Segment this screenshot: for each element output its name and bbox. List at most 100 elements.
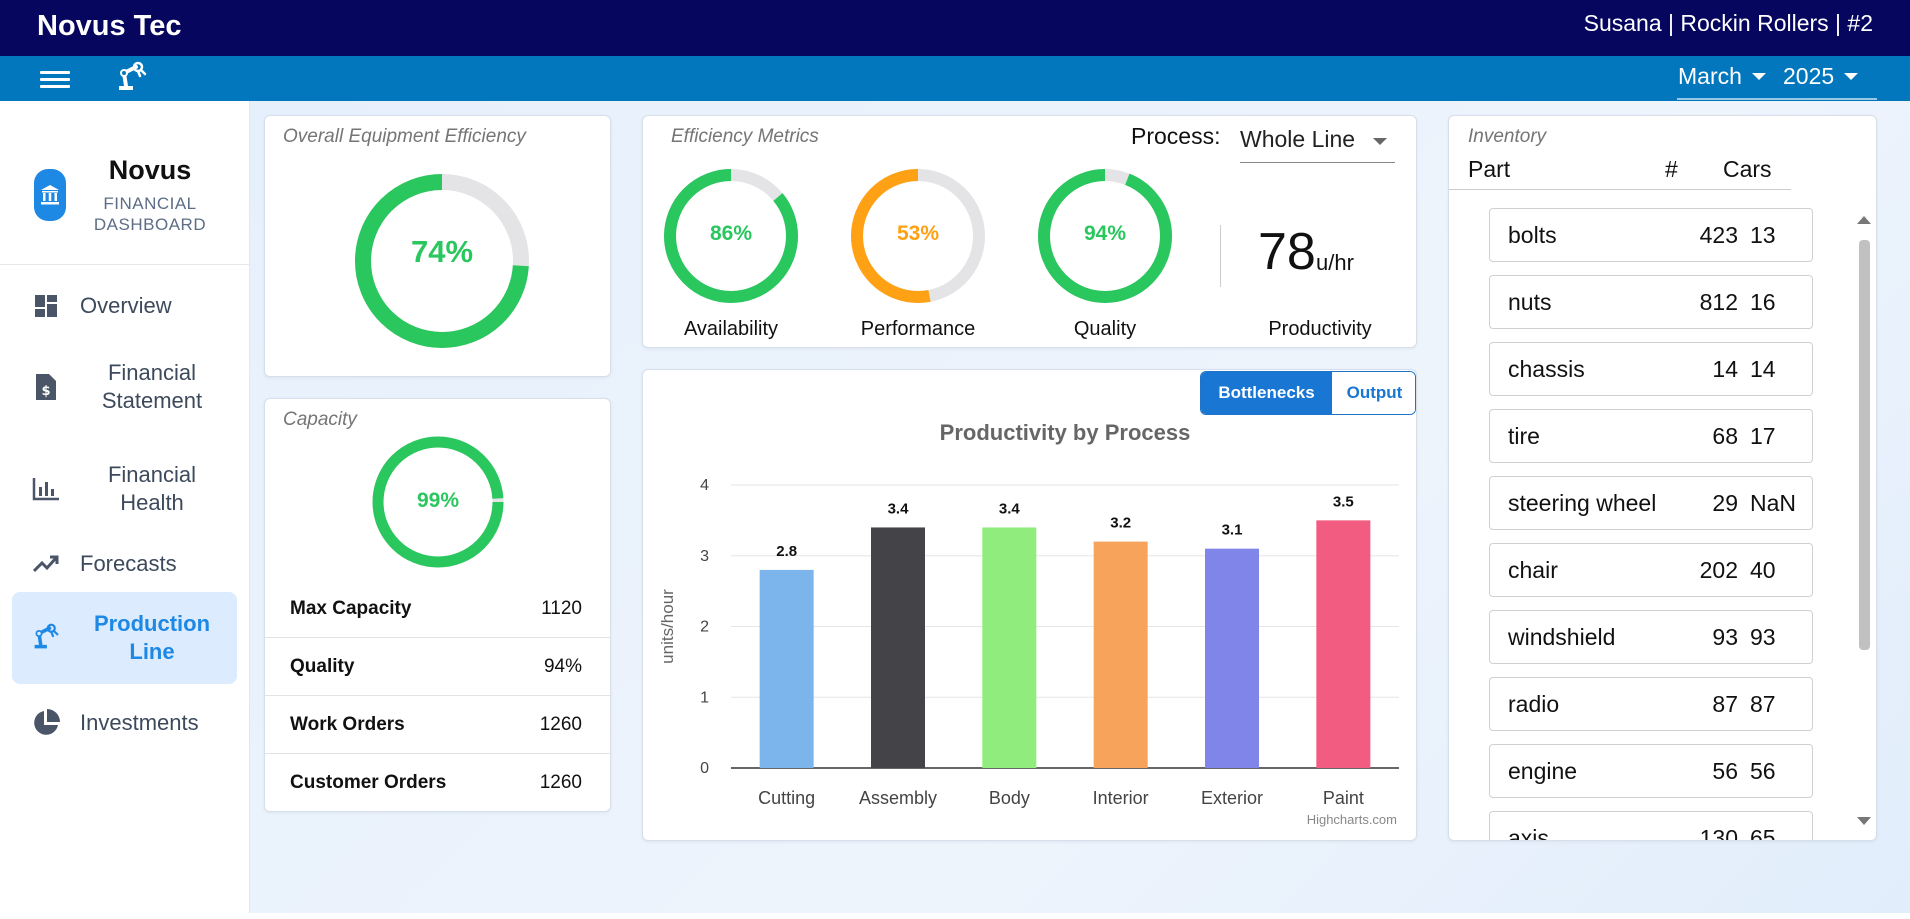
- quality-value: 94%: [1083, 222, 1127, 245]
- bar-chart-icon: [32, 475, 60, 503]
- capacity-row-value: 1260: [539, 772, 582, 793]
- inventory-part: chair: [1508, 557, 1558, 583]
- inventory-row[interactable]: engine 56 56: [1489, 744, 1813, 798]
- chart-bar: [982, 527, 1037, 768]
- inventory-part: axis: [1508, 825, 1549, 840]
- sidebar-item-production-line[interactable]: Production Line: [12, 592, 237, 684]
- efficiency-metrics-title: Efficiency Metrics: [671, 126, 819, 147]
- productivity-label: Productivity: [1268, 318, 1372, 340]
- inventory-cars: 40: [1750, 557, 1776, 583]
- chart-data-label: 2.8: [776, 543, 797, 560]
- productivity-value: 78: [1258, 223, 1316, 281]
- chart-y-tick-label: 4: [700, 477, 709, 494]
- oee-value: 74%: [410, 234, 474, 269]
- sidebar-item-financial-health[interactable]: Financial Health: [12, 453, 237, 525]
- chart-y-tick-label: 2: [700, 619, 709, 636]
- top-bar: Novus Tec Susana | Rockin Rollers | #2: [0, 0, 1910, 56]
- chart-bar: [1205, 548, 1259, 768]
- inventory-part: steering wheel: [1508, 490, 1657, 516]
- quality-label: Quality: [1073, 318, 1137, 340]
- inventory-row[interactable]: axis 130 65: [1489, 811, 1813, 840]
- chart-y-tick-label: 3: [700, 548, 709, 565]
- inventory-cars: 65: [1750, 825, 1776, 840]
- inventory-row[interactable]: windshield 93 93: [1489, 610, 1813, 664]
- inventory-col-part: Part: [1468, 156, 1511, 182]
- inventory-row[interactable]: tire 68 17: [1489, 409, 1813, 463]
- chart-data-label: 3.2: [1110, 515, 1131, 532]
- month-value: March: [1678, 63, 1742, 89]
- sidebar-subtitle-line1: FINANCIAL: [103, 194, 197, 213]
- sidebar-item-label: Investments: [80, 710, 199, 735]
- sidebar-item-investments[interactable]: Investments: [12, 698, 237, 748]
- scroll-down-icon[interactable]: [1857, 817, 1871, 825]
- month-select[interactable]: March: [1678, 63, 1766, 90]
- inventory-part: nuts: [1508, 289, 1552, 315]
- bank-icon: [34, 169, 66, 221]
- dashboard-icon: [32, 292, 60, 320]
- inventory-cars: 13: [1750, 222, 1776, 248]
- inventory-row[interactable]: chair 202 40: [1489, 543, 1813, 597]
- inventory-row[interactable]: nuts 812 16: [1489, 275, 1813, 329]
- inventory-cars: 14: [1750, 356, 1776, 382]
- capacity-row: Quality 94%: [265, 638, 610, 696]
- hamburger-menu-icon[interactable]: [40, 67, 70, 91]
- chart-data-label: 3.4: [999, 500, 1021, 517]
- inventory-cars: 87: [1750, 691, 1776, 717]
- chart-data-label: 3.4: [888, 500, 910, 517]
- sidebar-item-label: Production Line: [93, 611, 211, 664]
- sidebar-subtitle-line2: DASHBOARD: [93, 215, 207, 234]
- capacity-row-label: Quality: [290, 655, 355, 677]
- trend-up-icon: [32, 550, 60, 578]
- inventory-row[interactable]: bolts 423 13: [1489, 208, 1813, 262]
- chart-data-label: 3.5: [1333, 493, 1354, 510]
- inventory-cars: 16: [1750, 289, 1776, 315]
- chart-x-tick-label: Paint: [1323, 788, 1364, 808]
- sidebar-item-label: Forecasts: [80, 551, 177, 576]
- capacity-title: Capacity: [283, 409, 357, 430]
- process-select[interactable]: Whole Line: [1240, 125, 1395, 163]
- chart-y-tick-label: 1: [700, 689, 709, 706]
- inventory-list[interactable]: bolts 423 13 nuts 812 16 chassis 14 14 tire 68 17 st…: [1449, 208, 1876, 840]
- inventory-part: engine: [1508, 758, 1578, 784]
- capacity-row: Work Orders 1260: [265, 696, 610, 754]
- year-select[interactable]: 2025: [1783, 63, 1859, 90]
- inventory-cars: 17: [1750, 423, 1776, 449]
- inventory-count: 202: [1699, 557, 1738, 583]
- inventory-count: 812: [1699, 289, 1738, 315]
- scroll-up-icon[interactable]: [1857, 216, 1871, 224]
- sidebar-item-overview[interactable]: Overview: [12, 281, 237, 331]
- sidebar-header: Novus FINANCIAL DASHBOARD: [0, 101, 250, 265]
- productivity-bar-chart: Productivity by Process units/hour 0 1 2 3 4 2.…: [658, 420, 1399, 827]
- capacity-row-value: 1260: [539, 713, 582, 735]
- brand-title: Novus Tec: [37, 10, 182, 42]
- chart-x-tick-label: Body: [989, 788, 1030, 808]
- inventory-cars: 56: [1750, 758, 1776, 784]
- inventory-part: windshield: [1508, 624, 1616, 650]
- inventory-part: chassis: [1508, 356, 1585, 382]
- inventory-part: bolts: [1508, 222, 1557, 248]
- inventory-count: 68: [1712, 423, 1738, 449]
- inventory-cars: 93: [1750, 624, 1776, 650]
- capacity-row-label: Max Capacity: [290, 597, 412, 619]
- robot-arm-icon: [32, 623, 60, 651]
- inventory-row[interactable]: radio 87 87: [1489, 677, 1813, 731]
- inventory-part: radio: [1508, 691, 1560, 717]
- inventory-scrollbar-thumb[interactable]: [1859, 240, 1870, 650]
- user-info: Susana | Rockin Rollers | #2: [1583, 10, 1873, 36]
- chart-y-axis-label: units/hour: [658, 589, 677, 664]
- sub-bar: March 2025: [0, 56, 1910, 101]
- robot-arm-icon: [116, 61, 148, 98]
- capacity-row-value: 1120: [541, 597, 582, 619]
- sidebar-item-forecasts[interactable]: Forecasts: [12, 539, 237, 589]
- chart-x-tick-label: Interior: [1093, 788, 1149, 808]
- chart-data-label: 3.1: [1222, 522, 1243, 539]
- inventory-row[interactable]: steering wheel 29 NaN: [1489, 476, 1813, 530]
- document-dollar-icon: $: [32, 373, 60, 401]
- inventory-row[interactable]: chassis 14 14: [1489, 342, 1813, 396]
- chart-bar: [1093, 541, 1148, 768]
- inventory-col-count: #: [1665, 156, 1678, 182]
- sidebar-item-financial-statement[interactable]: $ Financial Statement: [12, 351, 237, 423]
- capacity-row: Max Capacity 1120: [265, 580, 610, 638]
- chart-x-tick-label: Cutting: [758, 788, 815, 808]
- capacity-row: Customer Orders 1260: [265, 754, 610, 812]
